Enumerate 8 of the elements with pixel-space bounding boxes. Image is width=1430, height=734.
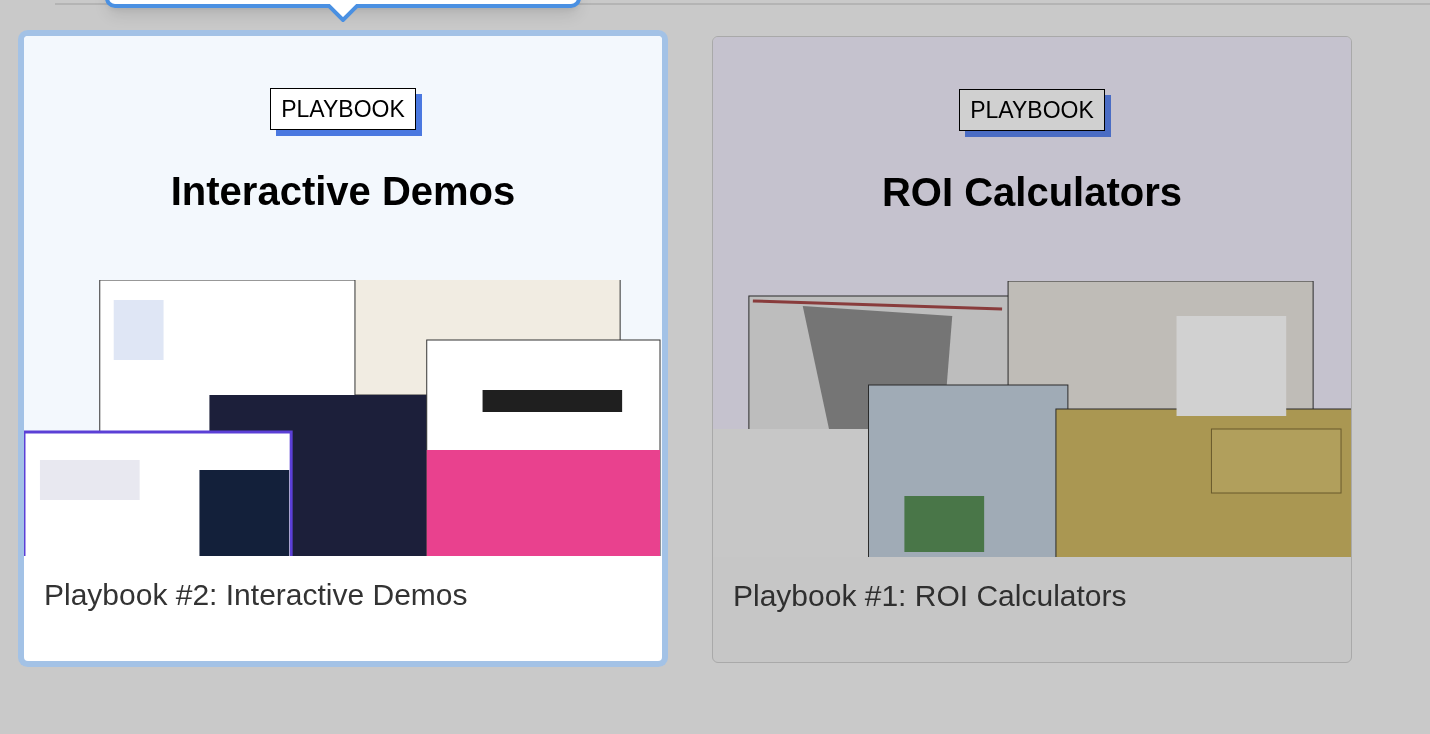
playbook-badge: PLAYBOOK bbox=[959, 89, 1105, 131]
thumbnail-headline: Interactive Demos bbox=[170, 168, 516, 215]
thumbnail-headline: ROI Calculators bbox=[881, 169, 1183, 216]
playbook-card[interactable]: PLAYBOOK ROI Calculators Playbook #1: ROI Calculators bbox=[712, 36, 1352, 663]
playbook-badge: PLAYBOOK bbox=[270, 88, 416, 130]
card-caption: Playbook #1: ROI Calculators bbox=[732, 578, 1128, 614]
card-caption: Playbook #2: Interactive Demos bbox=[43, 577, 469, 613]
popover-pointer bbox=[327, 4, 359, 22]
